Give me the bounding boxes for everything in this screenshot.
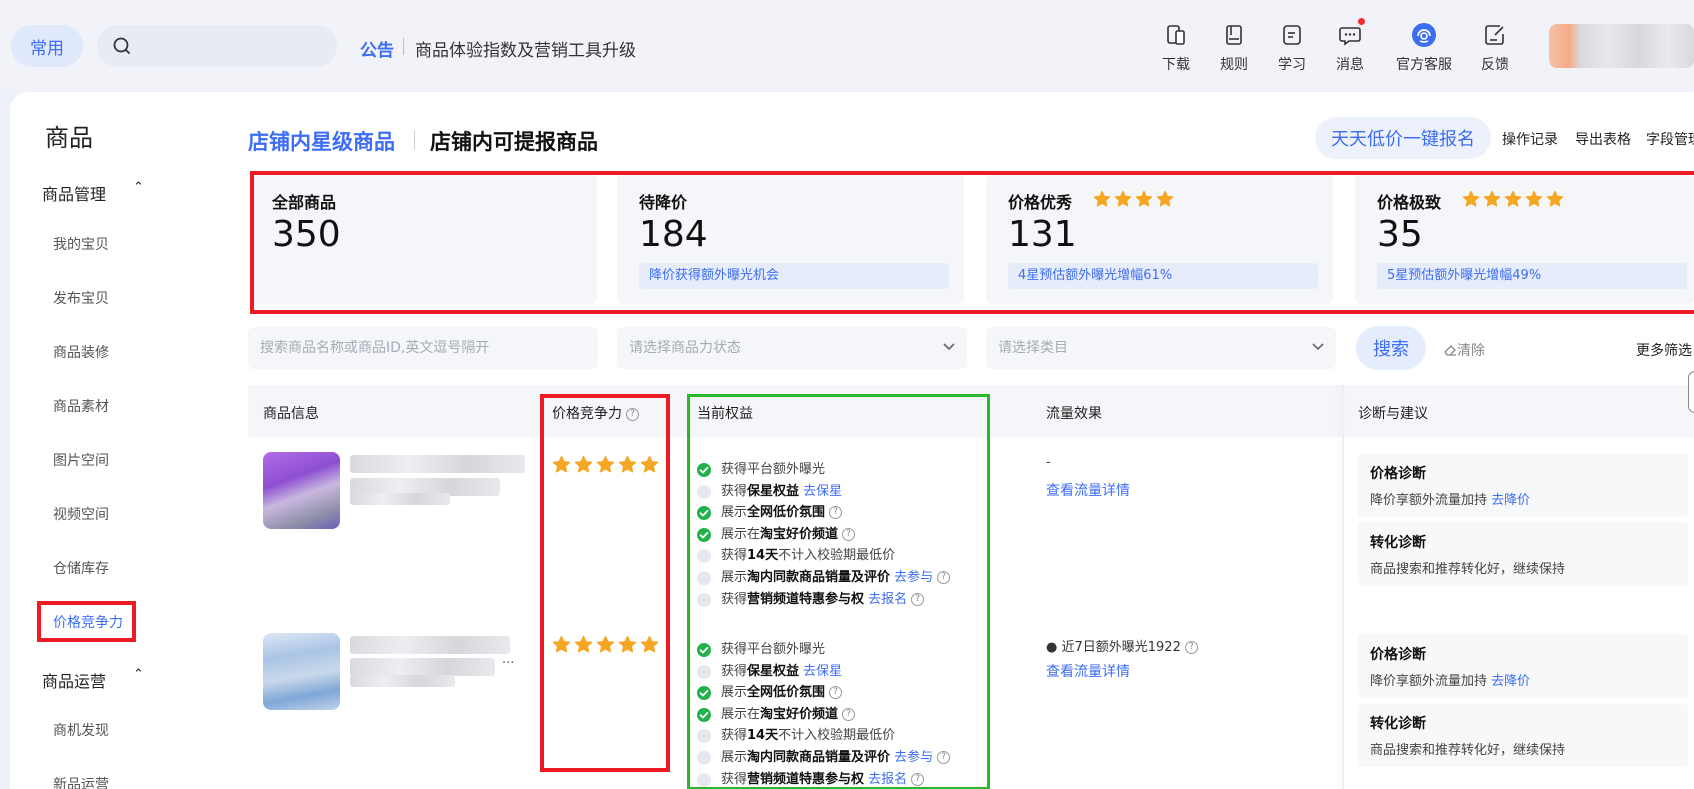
diagnosis-title: 价格诊断 (1370, 466, 1426, 482)
feedback-edit-icon (1485, 25, 1504, 45)
notice-tag: 公告 (360, 41, 394, 61)
traffic-stat-text: 近7日额外曝光1922 (1061, 640, 1181, 655)
tool-learn[interactable]: 学习 (1262, 22, 1322, 74)
product-search-input[interactable]: 搜索商品名称或商品ID,英文逗号隔开 (248, 327, 598, 369)
highlight-box-price-competitiveness (540, 394, 670, 772)
product-thumbnail[interactable] (263, 452, 340, 529)
price-diagnosis-card: 价格诊断 降价享额外流量加持 去降价 (1358, 453, 1688, 517)
diagnosis-title: 转化诊断 (1370, 716, 1426, 732)
traffic-stat: ● 近7日额外曝光1922? (1046, 636, 1198, 655)
tool-feedback-label: 反馈 (1481, 57, 1509, 73)
tab-submittable-products[interactable]: 店铺内可提报商品 (430, 126, 598, 156)
user-avatar[interactable] (1549, 24, 1694, 68)
global-search-input[interactable] (97, 25, 337, 67)
column-header-traffic: 流量效果 (1046, 406, 1102, 422)
common-button[interactable]: 常用 (11, 25, 83, 67)
tool-customer-service[interactable]: 官方客服 (1393, 22, 1455, 74)
sidebar-item-inventory[interactable]: 仓储库存 (53, 558, 109, 578)
highlight-box-benefits (687, 394, 990, 789)
sidebar-item-publish[interactable]: 发布宝贝 (53, 288, 109, 308)
operation-log-link[interactable]: 操作记录 (1502, 129, 1558, 149)
tool-messages[interactable]: 消息 (1320, 18, 1380, 74)
tool-download-label: 下载 (1162, 57, 1190, 73)
search-button[interactable]: 搜索 (1356, 326, 1426, 370)
diagnosis-title: 转化诊断 (1370, 535, 1426, 551)
product-title-blurred (350, 658, 495, 676)
daily-low-price-signup-button[interactable]: 天天低价一键报名 (1315, 117, 1491, 159)
diagnosis-desc: 商品搜索和推荐转化好，继续保持 (1370, 562, 1566, 577)
sidebar-title: 商品 (45, 124, 93, 152)
column-header-product: 商品信息 (263, 406, 319, 422)
chevron-down-icon (943, 343, 955, 351)
sidebar-item-image-space[interactable]: 图片空间 (53, 450, 109, 470)
sidebar-item-video-space[interactable]: 视频空间 (53, 504, 109, 524)
unread-dot (1358, 18, 1365, 25)
tab-star-products[interactable]: 店铺内星级商品 (248, 126, 395, 156)
sidebar-group-product-management[interactable]: 商品管理 (42, 181, 106, 205)
export-table-link[interactable]: 导出表格 (1575, 129, 1631, 149)
conversion-diagnosis-card: 转化诊断 商品搜索和推荐转化好，继续保持 (1358, 522, 1688, 586)
clear-button-label: 清除 (1457, 343, 1485, 359)
chevron-down-icon (1312, 343, 1324, 351)
product-id-blurred (350, 493, 450, 505)
product-status-select[interactable]: 请选择商品力状态 (617, 327, 967, 369)
notice-divider (403, 38, 404, 55)
customer-service-icon (1412, 23, 1436, 47)
sidebar-item-decoration[interactable]: 商品装修 (53, 342, 109, 362)
category-select-placeholder: 请选择类目 (998, 340, 1068, 356)
status-select-placeholder: 请选择商品力状态 (629, 340, 741, 356)
price-diagnosis-card: 价格诊断 降价享额外流量加持 去降价 (1358, 634, 1688, 698)
eraser-icon (1444, 345, 1456, 356)
clear-button[interactable]: 清除 (1443, 340, 1485, 360)
learn-doc-icon (1283, 25, 1301, 45)
view-traffic-details-link[interactable]: 查看流量详情 (1046, 480, 1130, 500)
more-filters-button[interactable]: 更多筛选 (1636, 340, 1692, 360)
phone-download-icon (1167, 25, 1185, 45)
tool-rules[interactable]: 规则 (1204, 22, 1264, 74)
tool-messages-label: 消息 (1336, 57, 1364, 73)
rules-book-icon (1226, 25, 1242, 45)
traffic-value: - (1046, 455, 1051, 470)
tool-customer-service-label: 官方客服 (1396, 57, 1452, 73)
scroll-handle[interactable] (1688, 371, 1694, 413)
search-icon (113, 37, 130, 54)
product-thumbnail[interactable] (263, 633, 340, 710)
conversion-diagnosis-card: 转化诊断 商品搜索和推荐转化好，继续保持 (1358, 703, 1688, 767)
diagnosis-desc: 降价享额外流量加持 去降价 (1370, 489, 1530, 508)
diagnosis-text: 降价享额外流量加持 (1370, 493, 1488, 508)
highlight-box-sidebar (37, 601, 136, 642)
tool-feedback[interactable]: 反馈 (1465, 22, 1525, 74)
tab-divider (414, 130, 415, 150)
highlight-box-summary (250, 171, 1694, 314)
tool-download[interactable]: 下载 (1146, 22, 1206, 74)
product-id-blurred (350, 675, 455, 687)
notice-link[interactable]: 商品体验指数及营销工具升级 (415, 36, 636, 61)
reduce-price-link[interactable]: 去降价 (1491, 674, 1530, 689)
sidebar-item-materials[interactable]: 商品素材 (53, 396, 109, 416)
reduce-price-link[interactable]: 去降价 (1491, 493, 1530, 508)
tool-rules-label: 规则 (1220, 57, 1248, 73)
product-title-blurred[interactable] (350, 636, 510, 654)
diagnosis-title: 价格诊断 (1370, 647, 1426, 663)
message-chat-icon (1339, 27, 1361, 46)
sidebar-group-product-operations[interactable]: 商品运营 (42, 668, 106, 692)
diagnosis-desc: 降价享额外流量加持 去降价 (1370, 670, 1530, 689)
category-select[interactable]: 请选择类目 (986, 327, 1336, 369)
diagnosis-desc: 商品搜索和推荐转化好，继续保持 (1370, 743, 1566, 758)
view-traffic-details-link[interactable]: 查看流量详情 (1046, 661, 1130, 681)
diagnosis-text: 降价享额外流量加持 (1370, 674, 1488, 689)
sidebar-item-my-items[interactable]: 我的宝贝 (53, 234, 109, 254)
sidebar-item-opportunity[interactable]: 商机发现 (53, 720, 109, 740)
title-ellipsis: ... (502, 652, 515, 667)
sticky-column-divider (1342, 385, 1344, 789)
column-header-diagnosis: 诊断与建议 (1358, 406, 1428, 422)
caret-up-icon[interactable]: ⌃ (133, 667, 144, 682)
field-management-link[interactable]: 字段管理 (1646, 129, 1694, 149)
tool-learn-label: 学习 (1278, 57, 1306, 73)
sidebar-item-new-product-ops[interactable]: 新品运营 (53, 774, 109, 789)
caret-up-icon[interactable]: ⌃ (133, 180, 144, 195)
product-title-blurred[interactable] (350, 455, 525, 473)
help-icon[interactable]: ? (1184, 641, 1198, 654)
